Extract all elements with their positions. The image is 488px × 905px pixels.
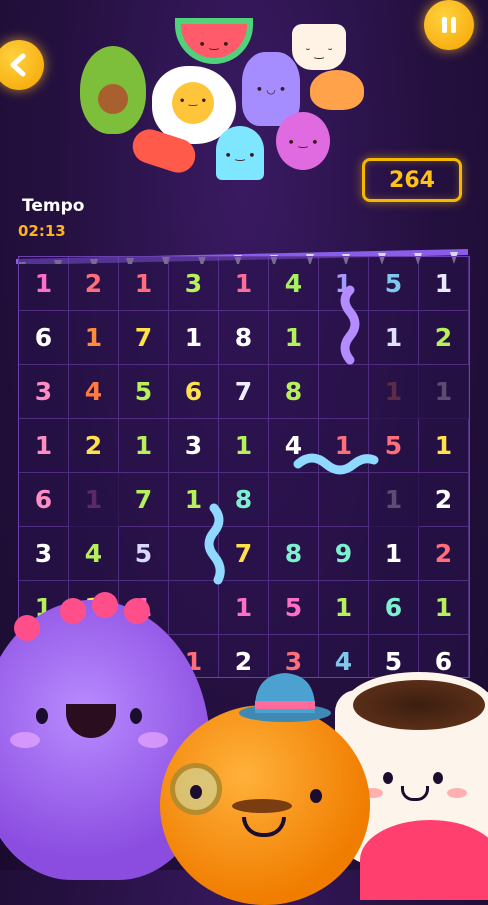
score-display: 264 [362, 158, 462, 202]
grid-cell[interactable]: 2 [69, 419, 119, 473]
grid-cell[interactable]: 1 [419, 257, 469, 311]
grid-cell[interactable]: 1 [369, 473, 419, 527]
orange-monster-icon [160, 705, 370, 905]
ghost-icon: • ‿ • [216, 126, 264, 180]
grid-cell[interactable] [169, 581, 219, 635]
grid-cell[interactable]: 1 [319, 581, 369, 635]
grid-cell[interactable] [319, 311, 369, 365]
grid-cell[interactable]: 8 [269, 365, 319, 419]
grid-cell[interactable]: 7 [219, 527, 269, 581]
grid-cell[interactable]: 3 [169, 419, 219, 473]
grid-cell[interactable]: 1 [69, 473, 119, 527]
grid-cell[interactable]: 1 [419, 419, 469, 473]
grid-cell[interactable]: 3 [19, 365, 69, 419]
pause-button[interactable] [424, 0, 474, 50]
grid-cell[interactable]: 1 [419, 581, 469, 635]
grid-cell[interactable]: 5 [119, 527, 169, 581]
grid-cell[interactable]: 1 [419, 365, 469, 419]
grid-cell[interactable]: 8 [219, 473, 269, 527]
grid-cell[interactable]: 1 [219, 419, 269, 473]
grid-cell[interactable]: 1 [169, 473, 219, 527]
grid-cell[interactable]: 1 [119, 419, 169, 473]
grid-cell[interactable]: 5 [369, 257, 419, 311]
grid-cell[interactable]: 1 [369, 311, 419, 365]
grid-cell[interactable]: 1 [319, 419, 369, 473]
grid-cell[interactable]: 1 [119, 257, 169, 311]
grid-cell[interactable]: 6 [169, 365, 219, 419]
back-button[interactable] [0, 40, 44, 90]
monster-spike-icon [92, 592, 118, 618]
grid-cell[interactable] [319, 365, 369, 419]
grid-cell[interactable]: 1 [19, 257, 69, 311]
grid-cell[interactable]: 2 [69, 257, 119, 311]
watermelon-icon: • ‿ • [175, 18, 253, 64]
pause-icon [442, 17, 456, 33]
timer-label: Tempo [22, 196, 85, 216]
coffee-surface [345, 672, 488, 738]
grid-cell[interactable]: 1 [219, 581, 269, 635]
avocado-icon [80, 46, 146, 134]
eggplant-icon: • ‿ • [276, 112, 330, 170]
monster-spike-icon [124, 598, 150, 624]
grid-cell[interactable]: 8 [219, 311, 269, 365]
grid-cell[interactable]: 7 [119, 311, 169, 365]
grid-cell[interactable]: 1 [369, 365, 419, 419]
grid-cell[interactable]: 2 [419, 311, 469, 365]
grid-cell[interactable]: 9 [319, 527, 369, 581]
grid-cell[interactable]: 1 [269, 311, 319, 365]
grid-cell[interactable]: 4 [69, 365, 119, 419]
grid-cell[interactable]: 6 [369, 581, 419, 635]
grid-cell[interactable]: 1 [369, 527, 419, 581]
grid-cell[interactable]: 5 [119, 365, 169, 419]
grid-cell[interactable]: 1 [219, 257, 269, 311]
grid-cell[interactable]: 6 [19, 473, 69, 527]
croissant-icon [310, 70, 364, 110]
grid-cell[interactable]: 6 [19, 311, 69, 365]
grid-cell[interactable]: 2 [419, 527, 469, 581]
monster-spike-icon [14, 615, 40, 641]
grid-cell[interactable]: 4 [269, 257, 319, 311]
grid-cell[interactable]: 8 [269, 527, 319, 581]
grid-cell[interactable]: 5 [269, 581, 319, 635]
grid-cell[interactable]: 7 [119, 473, 169, 527]
grid-cell[interactable]: 2 [419, 473, 469, 527]
character-cluster: • ‿ • ˘ ‿ ˘ • ‿ • • ◡ • • ‿ • • ‿ • [70, 10, 370, 190]
grid-cell[interactable] [319, 473, 369, 527]
grid-cell[interactable]: 3 [19, 527, 69, 581]
grid-cell[interactable]: 7 [219, 365, 269, 419]
grid-cell[interactable]: 1 [319, 257, 369, 311]
chevron-left-icon [10, 53, 26, 77]
monster-spike-icon [60, 598, 86, 624]
grid-cell[interactable]: 1 [69, 311, 119, 365]
grid-cell[interactable]: 3 [169, 257, 219, 311]
bowler-hat-icon [239, 673, 331, 722]
grid-cell[interactable]: 4 [69, 527, 119, 581]
coffee-cup-icon: ˘ ‿ ˘ [292, 24, 346, 70]
grid-cell[interactable]: 5 [369, 419, 419, 473]
grid-cell[interactable]: 1 [169, 311, 219, 365]
grid-cell[interactable] [169, 527, 219, 581]
grid-cell[interactable]: 4 [269, 419, 319, 473]
score-value: 264 [389, 167, 435, 193]
grid-cell[interactable] [269, 473, 319, 527]
pink-monster-icon [360, 820, 488, 900]
grid-cell[interactable]: 1 [19, 419, 69, 473]
